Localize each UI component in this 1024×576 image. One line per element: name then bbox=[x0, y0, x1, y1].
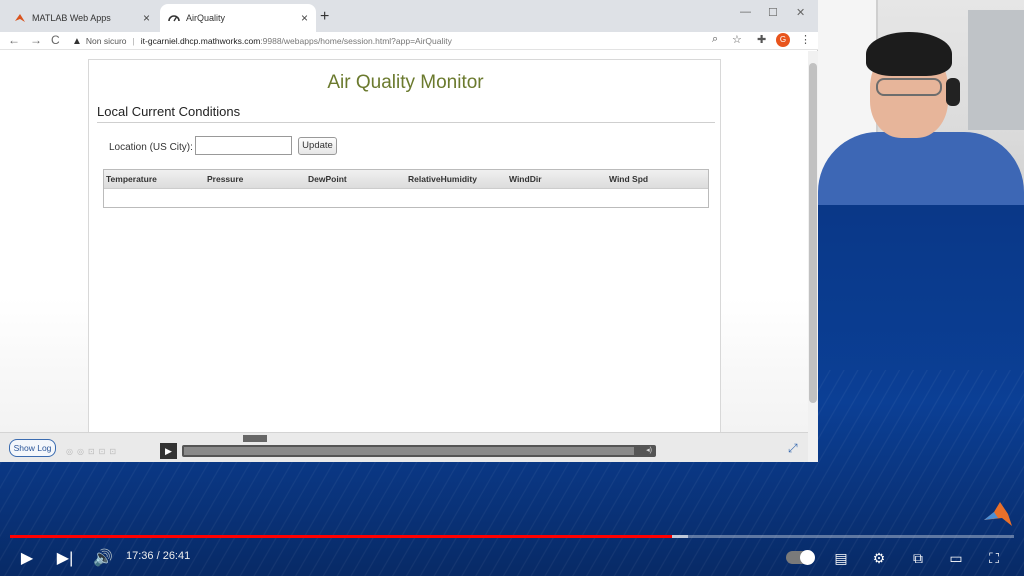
app-title: Air Quality Monitor bbox=[327, 72, 484, 93]
play-icon[interactable]: ▶ bbox=[14, 544, 40, 572]
url-host: it-gcarniel.dhcp.mathworks.com bbox=[140, 36, 261, 46]
video-time-display: 17:36 / 26:41 bbox=[126, 550, 191, 562]
column-header-winddir[interactable]: WindDir bbox=[509, 174, 542, 184]
person-glasses bbox=[876, 78, 942, 96]
tab-matlab-web-apps[interactable]: MATLAB Web Apps × bbox=[6, 4, 158, 32]
autoplay-toggle[interactable] bbox=[786, 550, 815, 565]
close-tab-icon[interactable]: × bbox=[301, 11, 308, 25]
video-played bbox=[10, 535, 672, 538]
tab-bar: MATLAB Web Apps × AirQuality × + — ☐ ✕ bbox=[0, 0, 818, 32]
tab-title: AirQuality bbox=[186, 13, 226, 23]
matlab-icon bbox=[14, 12, 26, 24]
menu-icon[interactable]: ⋮ bbox=[800, 33, 811, 46]
url-field[interactable]: ▲ Non sicuro | it-gcarniel.dhcp.mathwork… bbox=[72, 33, 732, 49]
location-input[interactable] bbox=[195, 136, 292, 155]
update-button[interactable]: Update bbox=[298, 137, 337, 155]
zoom-icon[interactable]: ⌕ bbox=[712, 33, 718, 46]
browser-window: MATLAB Web Apps × AirQuality × + — ☐ ✕ ←… bbox=[0, 0, 818, 462]
url-separator: | bbox=[132, 36, 135, 46]
security-label: Non sicuro bbox=[85, 36, 127, 46]
tab-title: MATLAB Web Apps bbox=[32, 13, 111, 23]
section-title: Local Current Conditions bbox=[97, 104, 241, 119]
gauge-icon bbox=[168, 12, 180, 24]
column-header-relativehumidity[interactable]: RelativeHumidity bbox=[408, 174, 477, 184]
warning-icon: ▲ bbox=[72, 35, 82, 47]
matlab-logo bbox=[982, 500, 1014, 528]
recording-tooltip bbox=[243, 435, 267, 442]
location-label: Location (US City): bbox=[109, 142, 193, 153]
scrollbar-thumb[interactable] bbox=[809, 63, 817, 403]
volume-icon[interactable]: ◂) bbox=[646, 446, 652, 454]
next-icon[interactable]: ▶| bbox=[52, 544, 78, 572]
close-window-icon[interactable]: ✕ bbox=[796, 6, 805, 19]
fullscreen-expand-icon[interactable]: ⤢ bbox=[788, 441, 798, 456]
recording-timeline-fill bbox=[184, 447, 634, 455]
column-header-temperature[interactable]: Temperature bbox=[106, 174, 157, 184]
bookmark-star-icon[interactable]: ☆ bbox=[732, 33, 742, 46]
autoplay-knob bbox=[800, 550, 815, 565]
settings-gear-icon[interactable]: ⚙ bbox=[867, 547, 891, 569]
webcam-video bbox=[818, 0, 1024, 205]
headset bbox=[946, 78, 960, 106]
video-progress-bar[interactable] bbox=[10, 535, 1014, 538]
person-hair bbox=[866, 32, 952, 76]
table-header: Temperature Pressure DewPoint RelativeHu… bbox=[104, 170, 708, 189]
column-header-wind-spd[interactable]: Wind Spd bbox=[609, 174, 648, 184]
back-icon[interactable]: ← bbox=[8, 33, 20, 47]
address-bar: ← → C ▲ Non sicuro | it-gcarniel.dhcp.ma… bbox=[0, 32, 818, 50]
video-frame: MATLAB Web Apps × AirQuality × + — ☐ ✕ ←… bbox=[0, 0, 1024, 576]
close-tab-icon[interactable]: × bbox=[143, 11, 150, 25]
show-log-button[interactable]: Show Log bbox=[9, 439, 56, 457]
minimize-icon[interactable]: — bbox=[740, 6, 751, 18]
toolbar-icons: ◎◎⊡⊡⊡ bbox=[66, 447, 121, 456]
theater-mode-icon[interactable]: ▭ bbox=[944, 547, 968, 569]
volume-icon[interactable]: 🔊 bbox=[90, 544, 116, 572]
miniplayer-icon[interactable]: ⧉ bbox=[906, 547, 930, 569]
profile-avatar[interactable]: G bbox=[776, 33, 790, 47]
video-buffered bbox=[671, 535, 688, 538]
app-panel: Air Quality Monitor Local Current Condit… bbox=[88, 59, 721, 439]
fullscreen-icon[interactable]: ⛶ bbox=[982, 547, 1006, 569]
subtitles-icon[interactable]: ▤ bbox=[829, 547, 853, 569]
person-shirt bbox=[818, 132, 1024, 205]
tab-airquality[interactable]: AirQuality × bbox=[160, 4, 316, 32]
conditions-table: Temperature Pressure DewPoint RelativeHu… bbox=[103, 169, 709, 208]
url-path: :9988/webapps/home/session.html?app=AirQ… bbox=[260, 36, 452, 46]
reload-icon[interactable]: C bbox=[51, 33, 60, 47]
shelf bbox=[968, 10, 1024, 130]
extensions-icon[interactable]: ✚ bbox=[757, 33, 766, 46]
forward-icon[interactable]: → bbox=[30, 33, 42, 47]
recording-timeline[interactable]: ◂) bbox=[182, 445, 656, 457]
web-app-viewport: Air Quality Monitor Local Current Condit… bbox=[0, 51, 808, 462]
new-tab-button[interactable]: + bbox=[320, 8, 329, 26]
app-toolbar: Show Log ◎◎⊡⊡⊡ ▶ ◂) ⤢ bbox=[0, 432, 808, 462]
column-header-pressure[interactable]: Pressure bbox=[207, 174, 243, 184]
column-header-dewpoint[interactable]: DewPoint bbox=[308, 174, 347, 184]
maximize-icon[interactable]: ☐ bbox=[768, 6, 778, 19]
section-divider bbox=[97, 122, 715, 123]
recording-play-button[interactable]: ▶ bbox=[160, 443, 177, 459]
page-scrollbar[interactable] bbox=[808, 51, 818, 462]
